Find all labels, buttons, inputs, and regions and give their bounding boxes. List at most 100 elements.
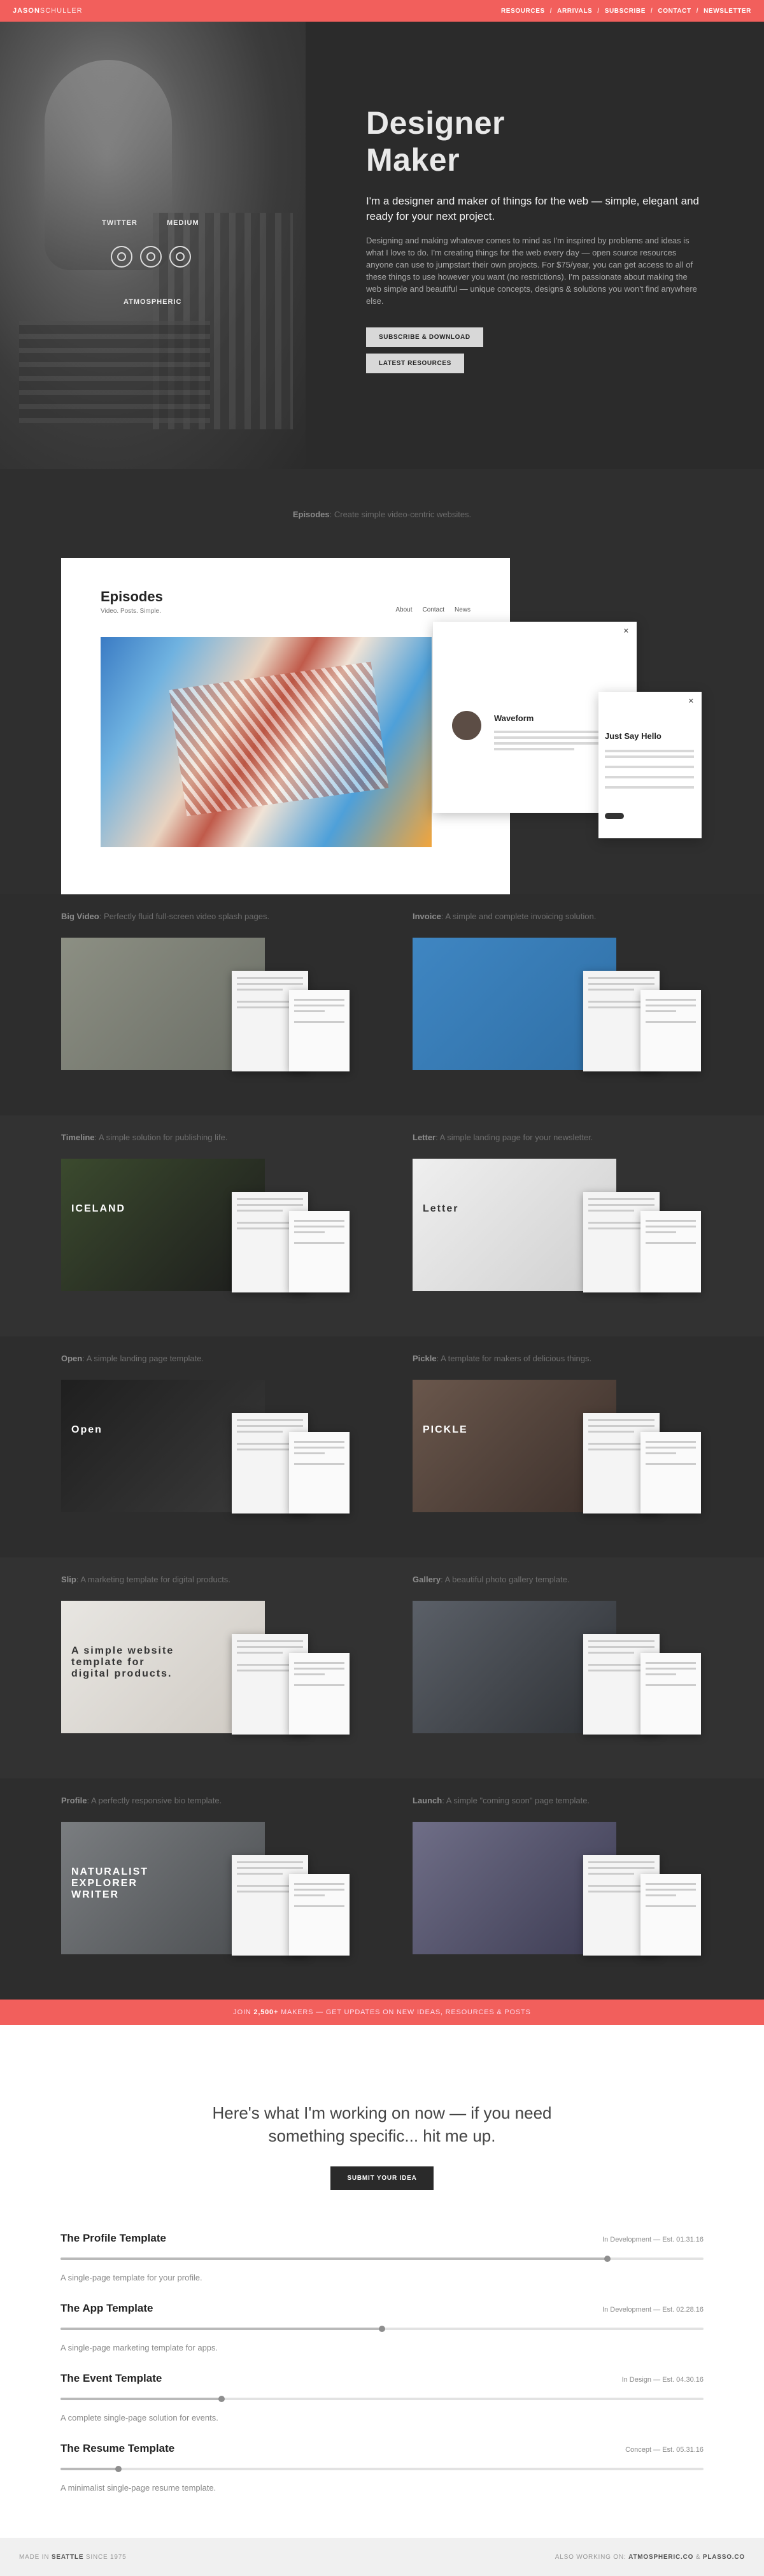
footer-also-working: ALSO WORKING ON: [555, 2553, 626, 2561]
episodes-mock-nav: About Contact News [395, 606, 470, 613]
template-name[interactable]: Big Video [61, 912, 99, 921]
template-desc: A simple landing page for your newslette… [439, 1133, 593, 1142]
atmospheric-icon[interactable] [140, 246, 162, 268]
progress-track [60, 2256, 704, 2262]
photo-bench [19, 321, 210, 423]
medium-label[interactable]: MEDIUM [167, 219, 199, 227]
featured-name[interactable]: Episodes [293, 510, 330, 519]
hero-title-line1: Designer [366, 105, 505, 141]
waveform-text [494, 727, 609, 750]
template-card[interactable]: Big Video: Perfectly fluid full-screen v… [61, 894, 351, 1115]
template-preview-panel-small [289, 1211, 350, 1292]
nav-separator: / [597, 7, 600, 15]
progress-track [60, 2466, 704, 2472]
nav-separator: / [650, 7, 653, 15]
template-screenshot-text: Open [71, 1424, 103, 1435]
template-card[interactable]: Invoice: A simple and complete invoicing… [413, 894, 703, 1115]
template-preview-panel-small [640, 1874, 701, 1956]
nav-newsletter[interactable]: NEWSLETTER [704, 8, 751, 15]
hero-buttons: SUBSCRIBE & DOWNLOAD LATEST RESOURCES [366, 321, 700, 373]
footer: MADE IN SEATTLE SINCE 1975 ALSO WORKING … [0, 2538, 764, 2576]
template-row: Slip: A marketing template for digital p… [0, 1557, 764, 1778]
nav-resources[interactable]: RESOURCES [501, 8, 545, 15]
template-name[interactable]: Gallery [413, 1575, 441, 1584]
medium-icon[interactable] [169, 246, 191, 268]
project-desc: A single-page marketing template for app… [60, 2343, 218, 2352]
template-card[interactable]: Timeline: A simple solution for publishi… [61, 1115, 351, 1336]
project-item: The Event Template In Design — Est. 04.30… [60, 2372, 704, 2442]
template-card[interactable]: Letter: A simple landing page for your n… [413, 1115, 703, 1336]
twitter-icon[interactable] [111, 246, 132, 268]
footer-amp: & [695, 2553, 701, 2561]
footer-since: SINCE 1975 [85, 2553, 127, 2561]
template-card[interactable]: Launch: A simple "coming soon" page temp… [413, 1778, 703, 2000]
project-status: In Design — Est. 04.30.16 [621, 2376, 704, 2384]
template-name[interactable]: Timeline [61, 1133, 95, 1142]
hero-copy: Designer Maker I'm a designer and maker o… [366, 104, 700, 373]
submit-idea-button[interactable]: SUBMIT YOUR IDEA [330, 2166, 434, 2190]
template-caption: Gallery: A beautiful photo gallery templ… [413, 1575, 570, 1584]
template-card[interactable]: Gallery: A beautiful photo gallery templ… [413, 1557, 703, 1778]
hero-section: TWITTER MEDIUM ATMOSPHERIC Designer Maker… [0, 22, 764, 469]
template-card[interactable]: Pickle: A template for makers of delicio… [413, 1336, 703, 1557]
subscribe-band[interactable]: JOIN 2,500+ MAKERS — GET UPDATES ON NEW … [0, 2000, 764, 2025]
template-row: Big Video: Perfectly fluid full-screen v… [0, 894, 764, 1115]
template-screenshot-text: A simple website template for digital pr… [71, 1645, 174, 1679]
hello-title: Just Say Hello [605, 731, 661, 741]
template-preview-panel-small [289, 1432, 350, 1513]
template-name[interactable]: Slip [61, 1575, 76, 1584]
featured-desc: Create simple video-centric websites. [334, 510, 472, 519]
template-grid: Big Video: Perfectly fluid full-screen v… [0, 894, 764, 2000]
project-title: The Event Template [60, 2372, 162, 2384]
progress-track [60, 2326, 704, 2332]
template-name[interactable]: Letter [413, 1133, 435, 1142]
template-card[interactable]: Open: A simple landing page template. Ope… [61, 1336, 351, 1557]
progress-track [60, 2396, 704, 2402]
footer-atmospheric-link[interactable]: ATMOSPHERIC.CO [628, 2554, 693, 2561]
nav-subscribe[interactable]: SUBSCRIBE [605, 8, 646, 15]
subscribe-pre: JOIN [233, 2008, 251, 2016]
template-name[interactable]: Invoice [413, 912, 441, 921]
template-name[interactable]: Launch [413, 1796, 442, 1805]
template-caption: Invoice: A simple and complete invoicing… [413, 912, 597, 921]
close-icon: ✕ [688, 698, 694, 705]
template-desc: A marketing template for digital product… [80, 1575, 230, 1584]
footer-plasso-link[interactable]: PLASSO.CO [703, 2554, 745, 2561]
template-caption: Big Video: Perfectly fluid full-screen v… [61, 912, 270, 921]
template-row: Timeline: A simple solution for publishi… [0, 1115, 764, 1336]
latest-resources-button[interactable]: LATEST RESOURCES [366, 354, 464, 373]
project-status: In Development — Est. 01.31.16 [602, 2236, 704, 2243]
template-card[interactable]: Slip: A marketing template for digital p… [61, 1557, 351, 1778]
episodes-nav-news: News [454, 606, 470, 613]
template-name[interactable]: Open [61, 1354, 82, 1363]
top-bar: JASONSCHULLER RESOURCES / ARRIVALS / SUB… [0, 0, 764, 22]
atmospheric-label[interactable]: ATMOSPHERIC [124, 298, 181, 306]
twitter-label[interactable]: TWITTER [102, 219, 138, 227]
footer-left: MADE IN SEATTLE SINCE 1975 [19, 2554, 126, 2561]
nav-separator: / [696, 7, 699, 15]
template-desc: Perfectly fluid full-screen video splash… [103, 912, 270, 921]
nav-contact[interactable]: CONTACT [658, 8, 691, 15]
featured-section: Episodes: Create simple video-centric we… [0, 469, 764, 894]
template-name[interactable]: Pickle [413, 1354, 437, 1363]
template-card[interactable]: Profile: A perfectly responsive bio temp… [61, 1778, 351, 2000]
episodes-video [101, 637, 432, 847]
hero-title-line2: Maker [366, 142, 460, 178]
nav-separator: / [549, 7, 553, 15]
progress-knob [379, 2326, 385, 2332]
footer-city: SEATTLE [51, 2553, 84, 2561]
template-caption: Timeline: A simple solution for publishi… [61, 1133, 228, 1142]
template-preview-panel-small [289, 1653, 350, 1735]
subscribe-download-button[interactable]: SUBSCRIBE & DOWNLOAD [366, 327, 483, 347]
episodes-mock-subtitle: Video. Posts. Simple. [101, 608, 161, 615]
brand-logo[interactable]: JASONSCHULLER [13, 7, 83, 15]
template-caption: Open: A simple landing page template. [61, 1354, 204, 1363]
episodes-mock-title: Episodes [101, 589, 163, 605]
progress-fill [60, 2466, 122, 2472]
template-caption: Pickle: A template for makers of delicio… [413, 1354, 592, 1363]
template-caption: Launch: A simple "coming soon" page temp… [413, 1796, 590, 1805]
nav-arrivals[interactable]: ARRIVALS [557, 8, 592, 15]
template-preview-panel-small [640, 1653, 701, 1735]
template-name[interactable]: Profile [61, 1796, 87, 1805]
template-screenshot-text: Letter [423, 1203, 459, 1214]
